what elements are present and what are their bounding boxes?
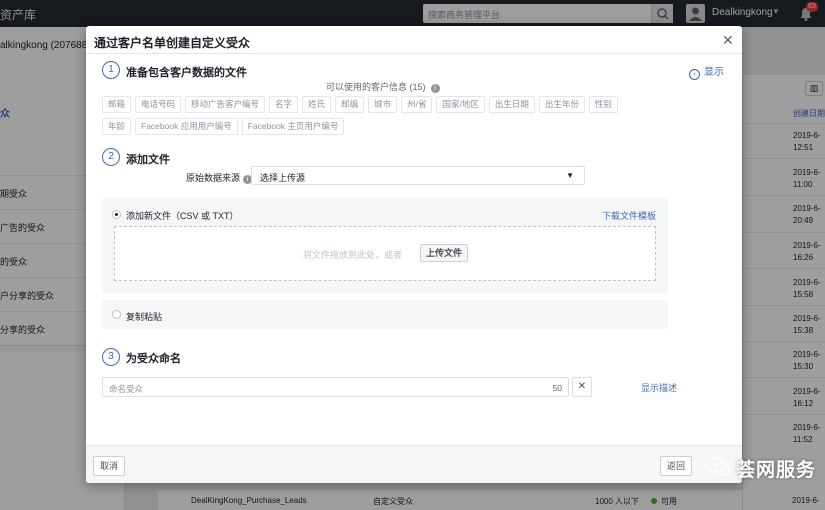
identifier-chip: 出生日期 <box>488 96 535 113</box>
audience-name-input[interactable]: 命名受众 50 <box>102 377 569 397</box>
upload-file-button[interactable]: 上传文件 <box>420 244 469 262</box>
step-3-title: 为受众命名 <box>126 353 181 365</box>
identifier-chip: 电话号码 <box>135 96 182 113</box>
identifier-chip: 性别 <box>588 96 618 113</box>
data-source-select[interactable]: 选择上传源 ▼ <box>251 166 585 185</box>
identifier-chip: Facebook 应用用户编号 <box>135 118 238 135</box>
step-2-number: 2 <box>102 148 120 166</box>
dialog-footer: 取消 返回 <box>86 445 742 483</box>
copy-paste-label[interactable]: 复制粘贴 <box>126 310 162 323</box>
char-count: 50 <box>552 383 562 393</box>
download-template-link[interactable]: 下载文件模板 <box>602 209 656 222</box>
step-1-title: 准备包含客户数据的文件 <box>126 67 247 79</box>
add-file-option: 添加新文件（CSV 或 TXT） 下载文件模板 将文件拖放到此处，或者 上传文件 <box>102 198 668 293</box>
available-identifiers-label: 可以使用的客户信息 (15) i <box>326 80 440 93</box>
data-source-label-text: 原始数据来源 <box>186 173 241 183</box>
step-3-number: 3 <box>102 348 120 366</box>
identifier-chip: 州/省 <box>401 96 433 113</box>
show-description-link[interactable]: 显示描述 <box>641 381 677 394</box>
close-icon[interactable]: ✕ <box>722 33 734 47</box>
identifier-chip: 姓氏 <box>302 96 332 113</box>
step-2-title: 添加文件 <box>126 154 170 166</box>
caret-down-icon: ▼ <box>566 171 574 180</box>
file-dropzone[interactable]: 将文件拖放到此处，或者 上传文件 <box>114 226 656 281</box>
chevron-left-icon: ‹ <box>689 69 700 80</box>
show-label: 显示 <box>704 67 724 78</box>
add-file-label[interactable]: 添加新文件（CSV 或 TXT） <box>126 209 239 222</box>
step-1-number: 1 <box>102 61 120 79</box>
info-icon[interactable]: i <box>430 84 440 93</box>
identifier-chip: 名字 <box>269 96 299 113</box>
identifier-chip: 邮箱 <box>102 96 132 113</box>
identifier-chip: Facebook 主页用户编号 <box>241 118 345 135</box>
clear-icon[interactable]: ✕ <box>572 377 592 397</box>
data-source-value: 选择上传源 <box>260 173 306 183</box>
dialog-header: 通过客户名单创建自定义受众 ✕ <box>86 26 742 54</box>
back-button[interactable]: 返回 <box>660 456 693 476</box>
identifier-chip: 移动广告客户编号 <box>185 96 266 113</box>
available-label-text: 可以使用的客户信息 (15) <box>326 82 426 92</box>
show-details-toggle[interactable]: ‹ 显示 <box>689 63 724 80</box>
add-file-radio[interactable] <box>112 210 121 219</box>
cancel-button[interactable]: 取消 <box>93 456 126 476</box>
identifier-chip: 城市 <box>368 96 398 113</box>
dialog-title: 通过客户名单创建自定义受众 <box>94 36 251 50</box>
wechat-icon <box>704 456 732 478</box>
data-source-label: 原始数据来源 i <box>186 171 253 184</box>
create-custom-audience-dialog: 通过客户名单创建自定义受众 ✕ 1 准备包含客户数据的文件 ‹ 显示 可以使用的客… <box>86 26 742 483</box>
copy-paste-radio[interactable] <box>112 310 121 319</box>
identifier-chip: 出生年份 <box>538 96 585 113</box>
audience-name-placeholder: 命名受众 <box>109 384 144 394</box>
watermark-text: 荟网服务 <box>736 460 817 481</box>
identifier-chip: 邮编 <box>335 96 365 113</box>
dropzone-hint: 将文件拖放到此处，或者 <box>303 250 403 260</box>
identifier-chip: 年龄 <box>102 118 132 135</box>
identifier-list: 邮箱 电话号码 移动广告客户编号 名字 姓氏 邮编 城市 州/省 国家/地区 出生日期 出生年份 性别… <box>102 96 632 140</box>
identifier-chip: 国家/地区 <box>436 96 485 113</box>
copy-paste-option[interactable]: 复制粘贴 <box>102 300 668 329</box>
